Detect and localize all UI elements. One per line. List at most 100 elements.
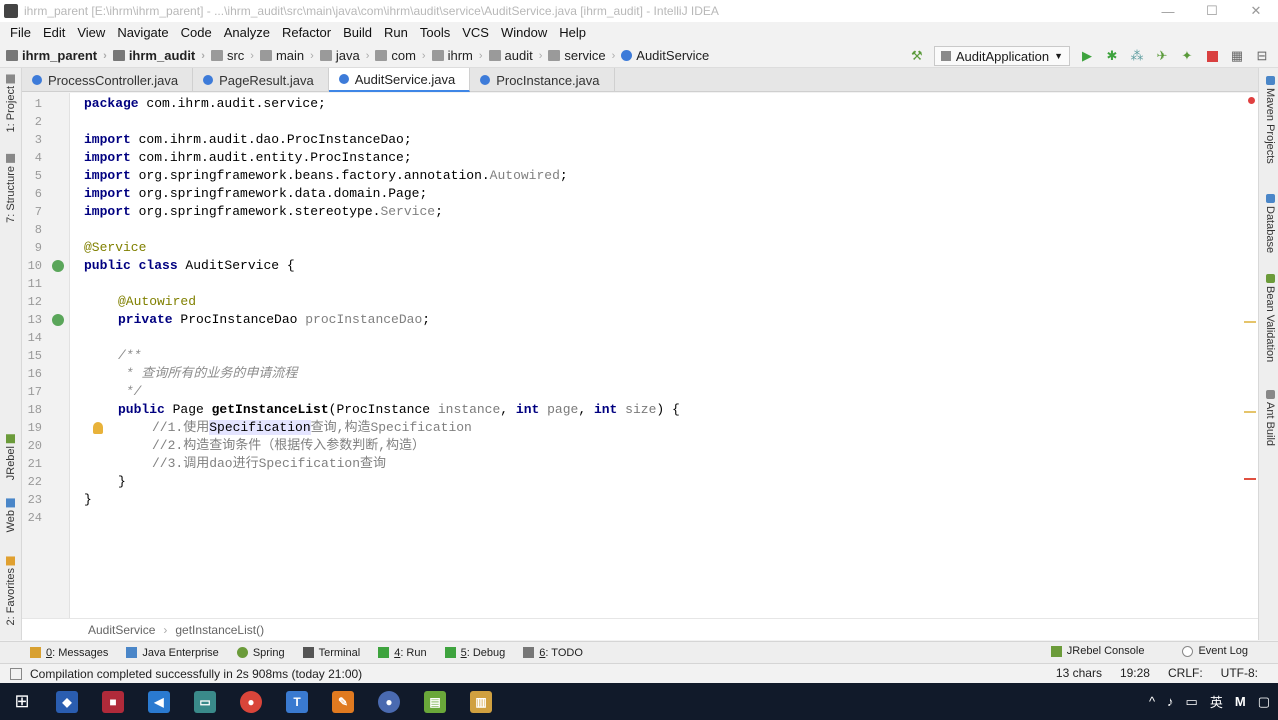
menu-bar: File Edit View Navigate Code Analyze Ref…	[0, 22, 1278, 42]
taskbar-app[interactable]: T	[274, 683, 320, 720]
menu-refactor[interactable]: Refactor	[276, 25, 337, 40]
tool-favorites[interactable]: 2: Favorites	[2, 556, 20, 625]
tool-windows-toggle-icon[interactable]	[10, 667, 22, 680]
tab-auditservice[interactable]: AuditService.java	[328, 68, 471, 92]
code-text: com.ihrm.audit.entity.ProcInstance;	[130, 150, 412, 165]
intellij-icon: ◆	[56, 690, 78, 713]
tab-processcontroller[interactable]: ProcessController.java	[22, 68, 194, 92]
tool-jrebel-console[interactable]: JRebel Console	[1050, 645, 1144, 657]
notification-icon[interactable]: ▢	[1258, 694, 1270, 710]
search-everywhere-icon[interactable]: ⊟	[1254, 48, 1270, 64]
tool-todo[interactable]: 6: TODO	[523, 647, 583, 659]
menu-tools[interactable]: Tools	[414, 25, 456, 40]
breadcrumb-ihrm-parent[interactable]: ihrm_parent ›	[6, 48, 113, 63]
tool-web[interactable]: Web	[2, 498, 20, 532]
taskbar-app[interactable]: ■	[90, 683, 136, 720]
breadcrumb-ihrm-audit[interactable]: ihrm_audit ›	[112, 48, 211, 63]
project-structure-icon[interactable]: ▦	[1229, 48, 1245, 64]
menu-analyze[interactable]: Analyze	[218, 25, 276, 40]
tab-pageresult[interactable]: PageResult.java	[193, 68, 329, 92]
build-hammer-icon[interactable]: ⚒	[909, 48, 925, 64]
tab-procinstance[interactable]: ProcInstance.java	[470, 68, 615, 92]
volume-icon[interactable]: ♪	[1167, 694, 1174, 709]
breadcrumb-auditservice[interactable]: AuditService	[621, 48, 709, 63]
lightbulb-icon[interactable]	[93, 422, 103, 434]
breadcrumb-java[interactable]: java ›	[319, 48, 376, 63]
run-with-coverage-icon[interactable]: ⁂	[1129, 48, 1145, 64]
run-icon[interactable]: ▶	[1079, 48, 1095, 64]
input-mode-label[interactable]: M	[1235, 694, 1246, 709]
taskbar-app[interactable]: ◀	[136, 683, 182, 720]
tool-structure[interactable]: 7: Structure	[2, 154, 20, 223]
debug-icon[interactable]: ✱	[1104, 48, 1120, 64]
taskbar-app[interactable]: ◆	[44, 683, 90, 720]
tool-database[interactable]: Database	[1262, 194, 1278, 253]
breadcrumb-audit[interactable]: audit ›	[488, 48, 549, 63]
error-stripe-mark[interactable]	[1244, 478, 1256, 480]
breadcrumb-src[interactable]: src ›	[210, 48, 260, 63]
error-stripe-icon[interactable]	[1248, 97, 1255, 104]
code-text: ;	[559, 168, 568, 183]
menu-edit[interactable]: Edit	[37, 25, 71, 40]
jrebel-debug-icon[interactable]: ✦	[1179, 48, 1195, 64]
breadcrumb-com[interactable]: com ›	[375, 48, 431, 63]
chevron-right-icon: ›	[611, 49, 616, 62]
spring-autowire-gutter-icon[interactable]	[52, 314, 64, 326]
line-number: 16	[27, 367, 42, 381]
tool-project[interactable]: 1: Project	[2, 74, 20, 132]
menu-run[interactable]: Run	[378, 25, 414, 40]
menu-file[interactable]: File	[4, 25, 37, 40]
taskbar-app[interactable]: ▭	[182, 683, 228, 720]
taskbar-app[interactable]: ●	[228, 683, 274, 720]
stop-icon[interactable]	[1204, 48, 1220, 64]
menu-build[interactable]: Build	[337, 25, 378, 40]
menu-vcs[interactable]: VCS	[456, 25, 495, 40]
tool-bean-validation[interactable]: Bean Validation	[1262, 274, 1278, 362]
tool-jrebel[interactable]: JRebel	[2, 434, 20, 480]
tool-run[interactable]: 4: Run	[378, 647, 427, 659]
network-icon[interactable]: ▭	[1186, 694, 1198, 710]
tool-spring[interactable]: Spring	[236, 647, 285, 659]
menu-view[interactable]: View	[71, 25, 111, 40]
tool-ant-build[interactable]: Ant Build	[1262, 390, 1278, 446]
menu-navigate[interactable]: Navigate	[111, 25, 174, 40]
maximize-button[interactable]: ☐	[1190, 0, 1234, 22]
file-encoding[interactable]: UTF-8:	[1221, 666, 1258, 680]
tool-maven-projects[interactable]: Maven Projects	[1262, 76, 1278, 164]
taskbar-app[interactable]: ●	[366, 683, 412, 720]
taskbar-app[interactable]: ▥	[458, 683, 504, 720]
tool-terminal[interactable]: Terminal	[302, 646, 361, 659]
close-button[interactable]: ✕	[1234, 0, 1278, 22]
line-separator[interactable]: CRLF:	[1168, 666, 1203, 680]
warning-stripe-mark[interactable]	[1244, 411, 1256, 413]
minimize-button[interactable]: —	[1146, 0, 1190, 22]
breadcrumb-label: service	[564, 48, 606, 63]
tool-label: Terminal	[318, 646, 361, 659]
chevron-up-icon[interactable]: ^	[1149, 694, 1155, 709]
editor-breadcrumb-method[interactable]: getInstanceList()	[175, 623, 264, 637]
editor-breadcrumb-class[interactable]: AuditService	[88, 623, 155, 637]
tool-java-enterprise[interactable]: Java Enterprise	[126, 647, 219, 659]
tool-event-log[interactable]: Event Log	[1182, 645, 1248, 657]
caret-position[interactable]: 19:28	[1120, 666, 1150, 680]
tool-debug[interactable]: 5: Debug	[444, 647, 505, 659]
run-configuration-select[interactable]: AuditApplication ▼	[933, 46, 1070, 66]
jrebel-run-icon[interactable]: ✈	[1154, 48, 1170, 64]
spring-bean-gutter-icon[interactable]	[52, 260, 64, 272]
breadcrumb-ihrm[interactable]: ihrm ›	[431, 48, 489, 63]
menu-help[interactable]: Help	[553, 25, 592, 40]
breadcrumb-service[interactable]: service ›	[548, 48, 621, 63]
breadcrumb-main[interactable]: main ›	[259, 48, 320, 63]
code-editor[interactable]: 1 2 3 4 5 6 7 8 9 10 11 12 13 14 15 16 1…	[22, 93, 1258, 618]
taskbar-app[interactable]: ✎	[320, 683, 366, 720]
windows-start-icon[interactable]: ⊞	[0, 683, 44, 720]
menu-code[interactable]: Code	[175, 25, 218, 40]
line-number: 22	[27, 475, 42, 489]
input-method-label[interactable]: 英	[1210, 692, 1223, 711]
editor-gutter: 1 2 3 4 5 6 7 8 9 10 11 12 13 14 15 16 1…	[22, 93, 70, 618]
menu-window[interactable]: Window	[495, 25, 553, 40]
tool-messages[interactable]: 0: Messages	[30, 647, 108, 659]
taskbar-app[interactable]: ▤	[412, 683, 458, 720]
warning-stripe-mark[interactable]	[1244, 321, 1256, 323]
